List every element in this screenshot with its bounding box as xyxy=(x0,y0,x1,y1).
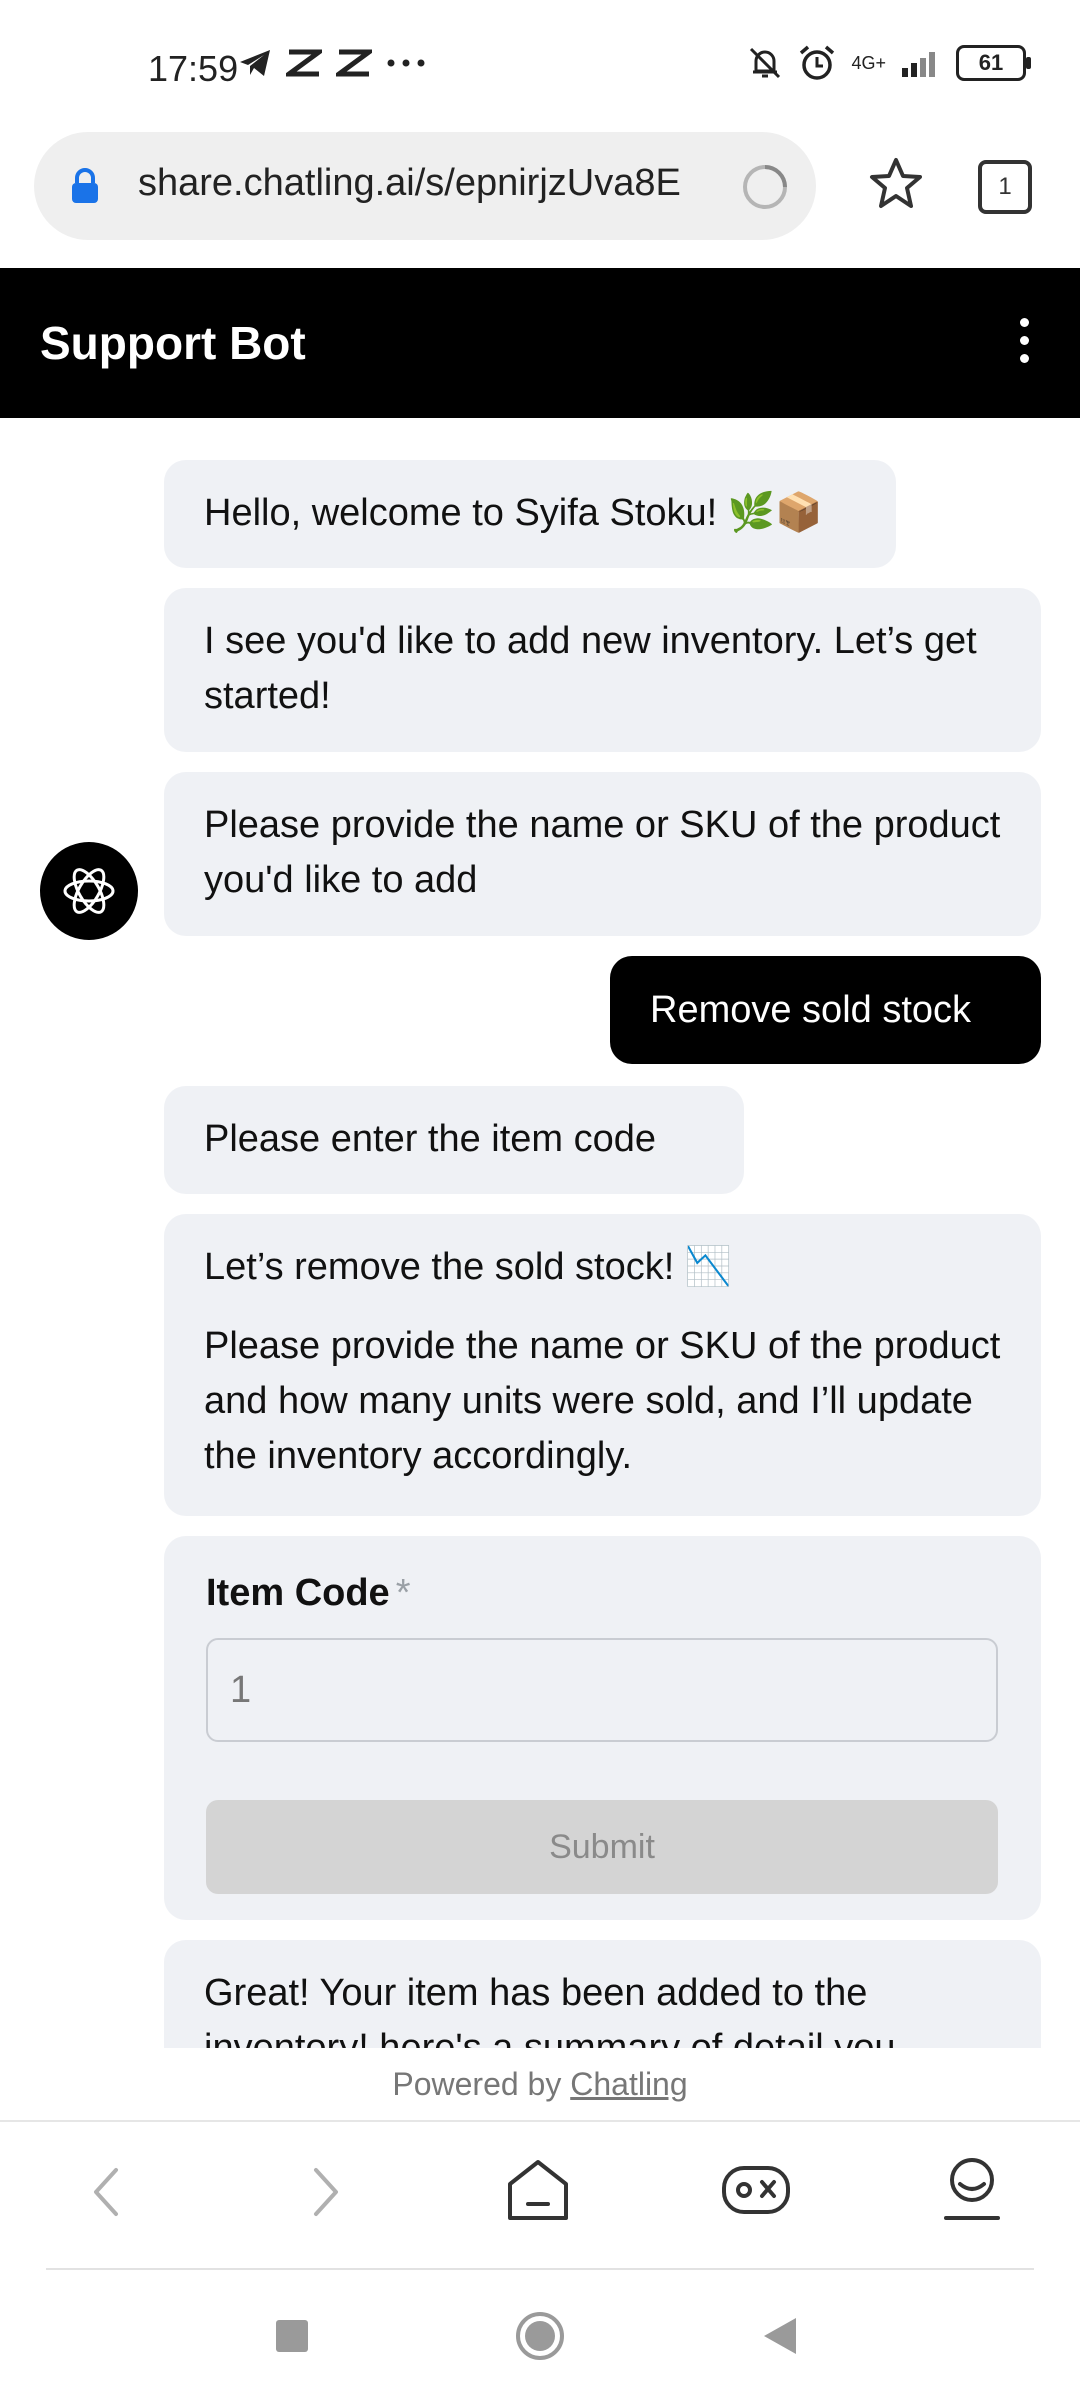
games-icon[interactable] xyxy=(720,2162,792,2218)
home-icon[interactable] xyxy=(506,2158,570,2222)
signal-icon xyxy=(902,52,935,77)
recents-icon[interactable] xyxy=(274,2318,310,2354)
status-time: 17:59 xyxy=(148,48,239,89)
bot-message: Hello, welcome to Syifa Stoku! 🌿📦 xyxy=(164,460,896,568)
bot-avatar xyxy=(40,842,138,940)
bell-muted-icon xyxy=(750,47,781,79)
home-icon[interactable] xyxy=(514,2310,566,2362)
battery-indicator: 61 xyxy=(956,45,1031,81)
bot-message-multi: Let’s remove the sold stock! 📉 Please pr… xyxy=(164,1214,1041,1516)
atom-icon xyxy=(63,868,115,914)
profile-icon[interactable] xyxy=(940,2156,1004,2222)
item-code-input[interactable] xyxy=(206,1638,998,1742)
more-dots-icon xyxy=(387,59,425,67)
bookmark-star-icon[interactable] xyxy=(868,156,924,212)
url-bar[interactable]: share.chatling.ai/s/epnirjzUva8E xyxy=(34,132,816,240)
system-nav-bar xyxy=(0,2272,1080,2400)
bot-message-line: Please provide the name or SKU of the pr… xyxy=(204,1325,1001,1477)
capcut-icon xyxy=(286,49,322,77)
chatling-link[interactable]: Chatling xyxy=(570,2066,687,2102)
back-icon[interactable] xyxy=(760,2316,800,2356)
status-system-icons: 4G+ 61 xyxy=(747,44,1031,82)
lock-icon xyxy=(72,168,98,203)
item-code-label: Item Code * xyxy=(206,1572,411,1614)
status-bar: 17:59 4G+ 61 xyxy=(0,0,1080,130)
loading-spinner-icon[interactable] xyxy=(740,162,790,212)
browser-address-row: share.chatling.ai/s/epnirjzUva8E 1 xyxy=(0,130,1080,270)
forward-icon[interactable] xyxy=(306,2162,346,2222)
telegram-icon xyxy=(240,50,270,76)
bot-message: I see you'd like to add new inventory. L… xyxy=(164,588,1041,752)
item-code-form: Item Code* Submit xyxy=(164,1536,1041,1920)
chat-title: Support Bot xyxy=(40,317,306,369)
bot-message-line: Let’s remove the sold stock! 📉 xyxy=(204,1246,733,1288)
user-message: Remove sold stock xyxy=(610,956,1041,1064)
url-text[interactable]: share.chatling.ai/s/epnirjzUva8E xyxy=(138,162,722,205)
capcut-icon xyxy=(336,49,372,77)
bot-message: Great! Your item has been added to the i… xyxy=(164,1940,1041,2048)
bot-message: Please enter the item code xyxy=(164,1086,744,1194)
status-notification-icons xyxy=(238,48,426,78)
chat-header: Support Bot xyxy=(0,268,1080,418)
submit-button[interactable]: Submit xyxy=(206,1800,998,1894)
browser-bottom-nav xyxy=(0,2122,1080,2268)
alarm-icon xyxy=(800,45,835,80)
bot-message: Please provide the name or SKU of the pr… xyxy=(164,772,1041,936)
message-list[interactable]: Hello, welcome to Syifa Stoku! 🌿📦 I see … xyxy=(0,418,1080,2048)
required-mark: * xyxy=(395,1572,411,1614)
tab-count-button[interactable]: 1 xyxy=(978,160,1032,214)
nav-divider xyxy=(46,2268,1034,2270)
more-options-icon[interactable] xyxy=(1018,318,1030,368)
powered-by: Powered by Chatling xyxy=(0,2048,1080,2122)
back-icon[interactable] xyxy=(86,2162,126,2222)
network-type: 4G+ xyxy=(851,53,886,73)
